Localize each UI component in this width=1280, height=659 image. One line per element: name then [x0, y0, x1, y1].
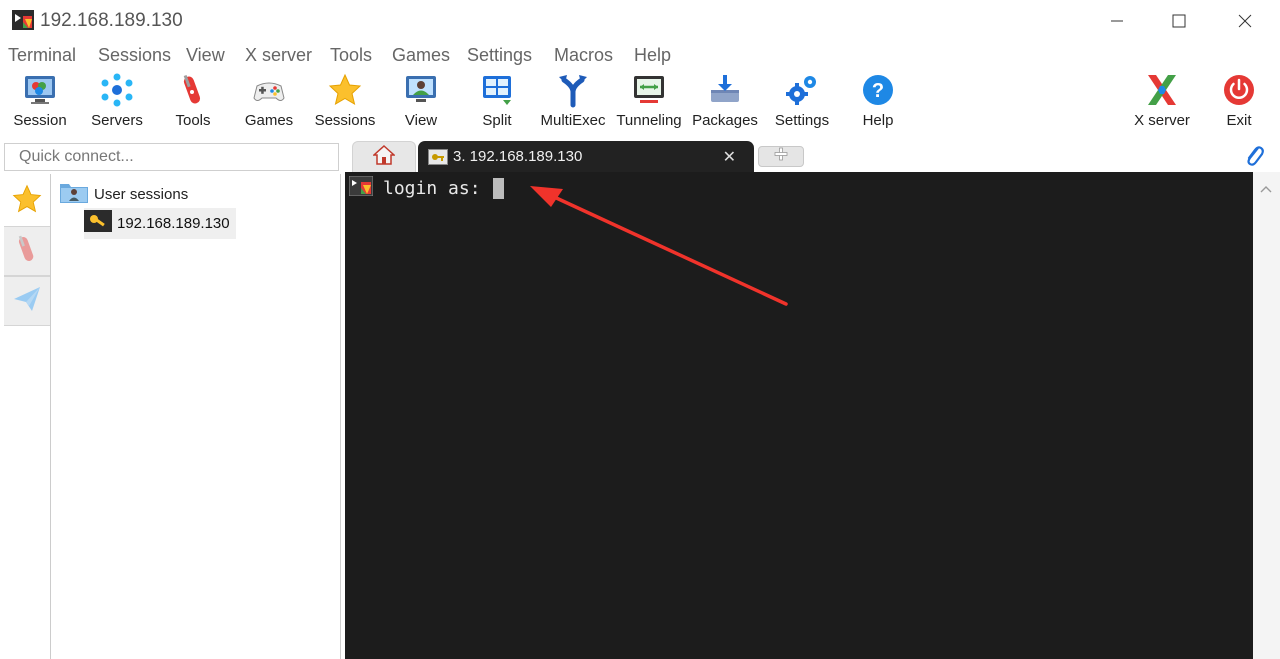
- menu-games[interactable]: Games: [392, 45, 450, 66]
- rail-sftp-button[interactable]: [4, 276, 50, 326]
- menu-bar: Terminal Sessions View X server Tools Ga…: [0, 42, 1280, 70]
- gamepad-icon: [249, 70, 289, 110]
- terminal-pane[interactable]: login as:: [345, 172, 1253, 659]
- home-icon: [372, 144, 396, 170]
- tab-close-icon[interactable]: ✕: [723, 147, 736, 167]
- plus-icon: [774, 147, 788, 166]
- toolbar: Session Servers Tools Games Sessions Vie…: [0, 70, 1280, 142]
- terminal-scrollbar[interactable]: [1253, 172, 1280, 659]
- power-icon: [1219, 70, 1259, 110]
- menu-help[interactable]: Help: [634, 45, 671, 66]
- title-bar: 192.168.189.130: [0, 0, 1280, 42]
- maximize-button[interactable]: [1156, 6, 1202, 36]
- folder-user-icon: [59, 180, 89, 209]
- home-tab[interactable]: [352, 141, 416, 172]
- menu-tools[interactable]: Tools: [330, 45, 372, 66]
- user-sessions-folder[interactable]: User sessions: [59, 180, 188, 209]
- packages-button[interactable]: Packages: [687, 70, 763, 134]
- svg-text:?: ?: [872, 80, 884, 102]
- tools-icon: [173, 70, 213, 110]
- packages-icon: [705, 70, 745, 110]
- terminal-prompt-line: login as:: [348, 175, 505, 201]
- multiexec-icon: [553, 70, 593, 110]
- games-button[interactable]: Games: [231, 70, 307, 134]
- servers-icon: [97, 70, 137, 110]
- minimize-button[interactable]: [1094, 6, 1140, 36]
- x-server-icon: [1142, 70, 1182, 110]
- exit-button[interactable]: Exit: [1201, 70, 1277, 134]
- tunneling-icon: [629, 70, 669, 110]
- rail-tools-button[interactable]: [4, 226, 50, 276]
- session-button[interactable]: Session: [2, 70, 78, 134]
- mobaxterm-icon: [12, 10, 34, 30]
- left-rail: [3, 174, 51, 659]
- menu-sessions[interactable]: Sessions: [98, 45, 171, 66]
- window-title: 192.168.189.130: [40, 10, 183, 31]
- tunneling-button[interactable]: Tunneling: [611, 70, 687, 134]
- close-window-button[interactable]: [1222, 6, 1268, 36]
- x-server-button[interactable]: X server: [1124, 70, 1200, 134]
- servers-button[interactable]: Servers: [79, 70, 155, 134]
- multiexec-button[interactable]: MultiExec: [535, 70, 611, 134]
- view-icon: [401, 70, 441, 110]
- quick-connect-input[interactable]: [4, 143, 339, 171]
- star-icon: [325, 70, 365, 110]
- terminal-session-icon: [348, 175, 374, 201]
- split-icon: [477, 70, 517, 110]
- paper-plane-icon: [12, 284, 42, 319]
- settings-button[interactable]: Settings: [764, 70, 840, 134]
- menu-x-server[interactable]: X server: [245, 45, 312, 66]
- session-item[interactable]: 192.168.189.130: [84, 208, 236, 239]
- tools-button[interactable]: Tools: [155, 70, 231, 134]
- terminal-cursor: [493, 178, 505, 199]
- key-icon: [84, 210, 112, 237]
- menu-view[interactable]: View: [186, 45, 225, 66]
- session-tree: User sessions 192.168.189.130: [52, 174, 341, 659]
- terminal-text: login as:: [383, 178, 492, 199]
- key-icon: [428, 148, 448, 165]
- tools-icon: [11, 233, 43, 270]
- sessions-button[interactable]: Sessions: [307, 70, 383, 134]
- view-button[interactable]: View: [383, 70, 459, 134]
- scroll-up-icon[interactable]: [1260, 180, 1272, 198]
- help-button[interactable]: ? Help: [840, 70, 916, 134]
- gears-icon: [782, 70, 822, 110]
- help-icon: ?: [858, 70, 898, 110]
- menu-settings[interactable]: Settings: [467, 45, 532, 66]
- attachment-icon[interactable]: [1240, 142, 1268, 168]
- menu-macros[interactable]: Macros: [554, 45, 613, 66]
- monitor-session-icon: [20, 70, 60, 110]
- menu-terminal[interactable]: Terminal: [8, 45, 76, 66]
- star-icon: [11, 183, 43, 220]
- tab-label: 3. 192.168.189.130: [453, 148, 583, 165]
- tab-session-192-168-189-130[interactable]: 3. 192.168.189.130 ✕: [418, 141, 754, 172]
- new-tab-button[interactable]: [758, 146, 804, 167]
- rail-sessions-button[interactable]: [4, 176, 50, 226]
- split-button[interactable]: Split: [459, 70, 535, 134]
